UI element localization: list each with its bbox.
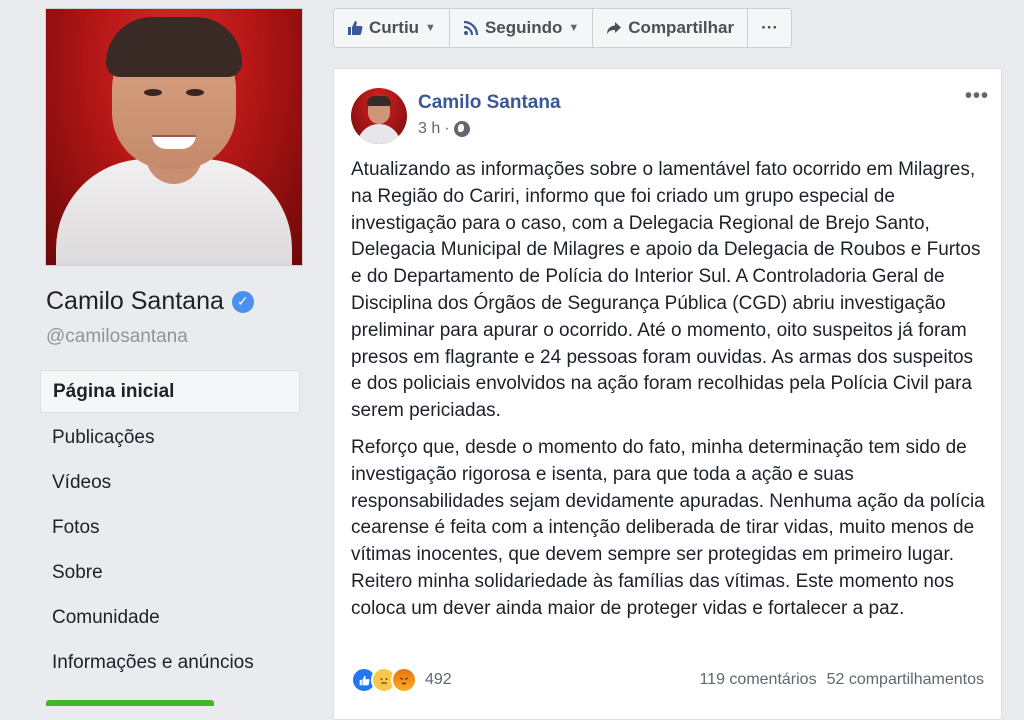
- more-icon: ···: [761, 18, 779, 37]
- angry-reaction-icon: [391, 667, 417, 693]
- verified-badge-icon: ✓: [231, 290, 254, 313]
- page-actions: Curtiu ▼ Seguindo ▼ Compartilhar ···: [333, 8, 793, 48]
- thumbs-up-icon: [348, 21, 363, 35]
- author-avatar[interactable]: [351, 88, 407, 144]
- profile-picture[interactable]: [45, 8, 303, 266]
- author-avatar-hair: [367, 96, 391, 106]
- nav-item-community[interactable]: Comunidade: [40, 597, 300, 638]
- engagement-counts: 119 comentários 52 compartilhamentos: [699, 671, 984, 689]
- chevron-down-icon: ▼: [568, 22, 580, 34]
- post-card: Camilo Santana 3 h · ••• Atualizando as …: [333, 68, 1002, 720]
- more-actions-button[interactable]: ···: [747, 8, 793, 48]
- profile-picture-eye: [186, 89, 204, 96]
- author-avatar-shirt: [357, 124, 401, 144]
- rss-icon: [463, 20, 479, 36]
- profile-picture-hair: [106, 17, 242, 77]
- nav-item-videos[interactable]: Vídeos: [40, 462, 300, 503]
- post-paragraph: Reforço que, desde o momento do fato, mi…: [351, 436, 985, 619]
- post-timestamp[interactable]: 3 h: [418, 120, 440, 138]
- page-name-text[interactable]: Camilo Santana: [46, 287, 224, 316]
- post-meta: 3 h ·: [418, 120, 470, 138]
- liked-button-label: Curtiu: [369, 18, 420, 37]
- chevron-down-icon: ▼: [425, 22, 436, 34]
- nav-item-about[interactable]: Sobre: [40, 552, 300, 593]
- liked-button[interactable]: Curtiu ▼: [333, 8, 450, 48]
- profile-picture-eye: [144, 89, 162, 96]
- following-button-label: Seguindo: [484, 18, 563, 37]
- comments-count-link[interactable]: 119 comentários: [699, 671, 816, 689]
- following-button[interactable]: Seguindo ▼: [448, 8, 594, 48]
- post-options-button[interactable]: •••: [965, 85, 989, 108]
- left-column: Camilo Santana ✓ @camilosantana Página i…: [0, 0, 316, 706]
- post-stats: 492 119 comentários 52 compartilhamentos: [351, 667, 984, 693]
- share-arrow-icon: [607, 22, 622, 34]
- post-body: Atualizando as informações sobre o lamen…: [351, 157, 986, 633]
- post-author[interactable]: Camilo Santana: [418, 92, 561, 114]
- action-button-edge[interactable]: [46, 700, 214, 706]
- reaction-count: 492: [425, 671, 452, 688]
- nav-item-home[interactable]: Página inicial: [40, 370, 300, 413]
- nav-item-info-ads[interactable]: Informações e anúncios: [40, 642, 300, 683]
- nav-item-photos[interactable]: Fotos: [40, 507, 300, 548]
- share-button[interactable]: Compartilhar: [592, 8, 749, 48]
- shares-count-link[interactable]: 52 compartilhamentos: [827, 671, 984, 689]
- page-handle[interactable]: @camilosantana: [46, 326, 188, 348]
- page-nav: Página inicial Publicações Vídeos Fotos …: [40, 370, 300, 687]
- globe-icon[interactable]: [453, 121, 470, 137]
- meta-separator: ·: [444, 120, 450, 137]
- reactions-summary[interactable]: 492: [351, 667, 452, 693]
- page-name[interactable]: Camilo Santana ✓: [46, 287, 254, 316]
- post-paragraph: Atualizando as informações sobre o lamen…: [351, 159, 981, 422]
- nav-item-posts[interactable]: Publicações: [40, 417, 300, 458]
- share-button-label: Compartilhar: [628, 18, 735, 37]
